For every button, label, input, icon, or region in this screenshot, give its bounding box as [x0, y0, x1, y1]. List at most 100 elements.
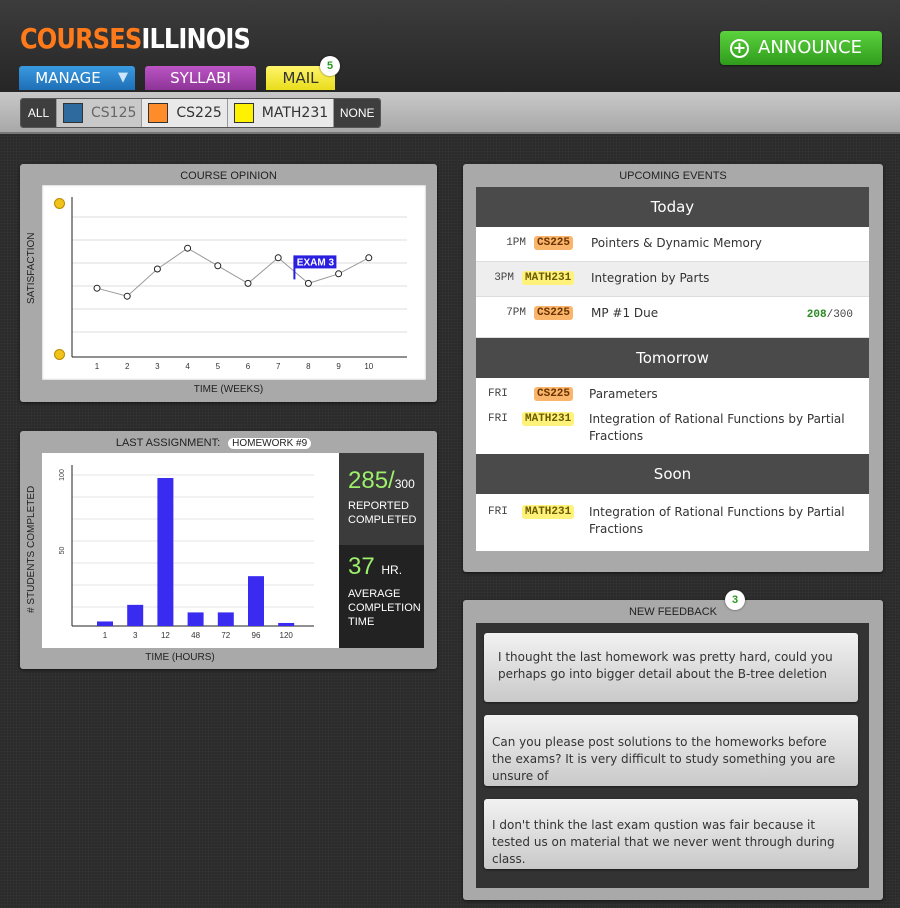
opinion-data-point [184, 244, 192, 252]
opinion-data-point [335, 270, 343, 278]
feedback-text: Can you please post solutions to the hom… [492, 735, 836, 783]
opinion-data-point [304, 279, 312, 287]
assignment-y-label: # STUDENTS COMPLETED [26, 485, 37, 613]
announce-button[interactable]: + ANNOUNCE [720, 31, 882, 65]
cs125-color-swatch [63, 103, 83, 123]
histogram-y-tick-label: 50 [59, 547, 66, 555]
opinion-x-tick-label: 10 [364, 362, 373, 371]
avg-label-3: TIME [348, 616, 375, 628]
completion-histogram: 50 100 1 3 12 48 72 96 120 [42, 453, 339, 648]
event-time: FRI [488, 388, 508, 400]
opinion-x-tick-label: 1 [95, 362, 100, 371]
app-logo[interactable]: COURSESILLINOIS [20, 22, 251, 55]
plus-icon: + [730, 39, 749, 58]
histogram-x-tick-label: 96 [252, 631, 261, 640]
feedback-card[interactable]: I don't think the last exam qustion was … [484, 799, 858, 869]
filter-cs125[interactable]: CS125 [57, 99, 143, 127]
opinion-x-tick-label: 8 [306, 362, 311, 371]
reported-count: 285/ [348, 467, 395, 494]
event-time: FRI [488, 506, 508, 518]
logo-courses: COURSES [20, 22, 142, 55]
average-completion-stat: 37 HR. AVERAGE COMPLETION TIME [339, 545, 424, 648]
opinion-x-tick-label: 3 [155, 362, 160, 371]
course-opinion-chart: EXAM 3 1 2 3 4 5 6 7 8 9 10 [42, 185, 426, 380]
reported-label-2: COMPLETED [348, 514, 417, 526]
event-time: 3PM [494, 272, 514, 284]
opinion-x-tick-label: 9 [336, 362, 341, 371]
course-tag: CS225 [534, 236, 574, 250]
tomorrow-header: Tomorrow [476, 338, 869, 378]
tab-syllabi[interactable]: SYLLABI [145, 66, 256, 90]
filter-math231-label: MATH231 [261, 105, 329, 121]
course-tag: CS225 [534, 306, 574, 320]
opinion-x-tick-label: 2 [125, 362, 130, 371]
histogram-bar [278, 622, 295, 626]
last-assignment-label: LAST ASSIGNMENT: [115, 437, 221, 449]
filter-all-button[interactable]: ALL [21, 99, 57, 127]
event-item[interactable]: 7PM CS225 MP #1 Due 208/300 [476, 297, 869, 338]
logo-illinois: ILLINOIS [141, 22, 251, 55]
upcoming-events-title: UPCOMING EVENTS [619, 170, 727, 182]
opinion-x-label: TIME (WEEKS) [193, 384, 264, 395]
course-tag: MATH231 [522, 505, 575, 519]
score-value: 208 [806, 309, 827, 321]
assignment-name-badge[interactable]: HOMEWORK #9 [228, 438, 312, 449]
feedback-count-badge: 3 [725, 590, 745, 610]
opinion-x-tick-label: 5 [216, 362, 221, 371]
opinion-series-line [96, 247, 370, 297]
filter-cs225-label: CS225 [176, 105, 222, 121]
event-item[interactable]: FRI MATH231 Integration of Rational Func… [476, 494, 869, 551]
event-time: FRI [488, 413, 508, 425]
histogram-x-tick-label: 72 [221, 631, 230, 640]
histogram-x-tick-label: 12 [161, 631, 170, 640]
filter-cs225[interactable]: CS225 [142, 99, 228, 127]
opinion-x-tick-label: 7 [276, 362, 281, 371]
tab-syllabi-label: SYLLABI [170, 69, 231, 87]
opinion-data-point [365, 254, 373, 262]
histogram-x-tick-label: 120 [280, 631, 294, 640]
mail-count-badge: 5 [320, 56, 340, 76]
event-time: 7PM [506, 307, 526, 319]
course-tag: MATH231 [522, 412, 575, 426]
event-item[interactable]: 3PM MATH231 Integration by Parts [476, 262, 869, 297]
filter-math231[interactable]: MATH231 [228, 99, 335, 127]
tab-manage[interactable]: MANAGE ▼ [19, 66, 135, 90]
math231-color-swatch [233, 103, 254, 123]
avg-label-1: AVERAGE [348, 588, 401, 600]
events-list: Today 1PM CS225 Pointers & Dynamic Memor… [476, 187, 869, 551]
event-item[interactable]: FRI MATH231 Integration of Rational Func… [476, 403, 869, 454]
histogram-bar [97, 621, 113, 626]
opinion-data-point [214, 262, 222, 270]
feedback-card[interactable]: I thought the last homework was pretty h… [484, 633, 858, 702]
event-title: Integration of Rational Functions by Par… [589, 412, 845, 443]
last-assignment-title: LAST ASSIGNMENT: HOMEWORK #9 [20, 437, 437, 449]
last-assignment-panel: LAST ASSIGNMENT: HOMEWORK #9 50 100 1 3 12 48 7… [20, 431, 437, 669]
histogram-bar [127, 604, 144, 626]
course-filter-bar: ALL CS125 CS225 MATH231 NONE [0, 92, 900, 134]
filter-none-button[interactable]: NONE [334, 99, 381, 127]
histogram-bar [248, 576, 264, 626]
new-feedback-title: NEW FEEDBACK [628, 606, 717, 618]
histogram-bar [217, 612, 234, 626]
announce-label: ANNOUNCE [758, 37, 862, 58]
feedback-text: I thought the last homework was pretty h… [498, 650, 833, 681]
opinion-x-tick-label: 4 [185, 362, 190, 371]
event-item[interactable]: FRI CS225 Parameters [476, 378, 869, 403]
course-filter: ALL CS125 CS225 MATH231 NONE [20, 98, 382, 128]
event-time: 1PM [506, 237, 526, 249]
new-feedback-panel: NEW FEEDBACK 3 I thought the last homewo… [463, 590, 883, 900]
completion-bar-chart: 50 100 1 3 12 48 72 96 120 [59, 465, 314, 640]
avg-unit: HR. [381, 563, 403, 577]
course-opinion-panel: COURSE OPINION EXAM 3 1 2 3 4 5 6 7 8 9 10 SATISFA… [20, 164, 437, 402]
event-title: Parameters [589, 387, 658, 401]
course-tag: CS225 [534, 387, 574, 401]
opinion-data-point [244, 279, 252, 287]
feedback-list: I thought the last homework was pretty h… [476, 623, 869, 888]
assignment-x-label: TIME (HOURS) [145, 652, 215, 663]
chevron-down-icon[interactable]: ▼ [118, 66, 128, 90]
event-item[interactable]: 1PM CS225 Pointers & Dynamic Memory [476, 227, 869, 262]
filter-cs125-label: CS125 [91, 105, 137, 121]
histogram-bar [157, 478, 174, 626]
assignment-score: 208/300 [807, 309, 853, 321]
feedback-card[interactable]: Can you please post solutions to the hom… [484, 715, 858, 786]
